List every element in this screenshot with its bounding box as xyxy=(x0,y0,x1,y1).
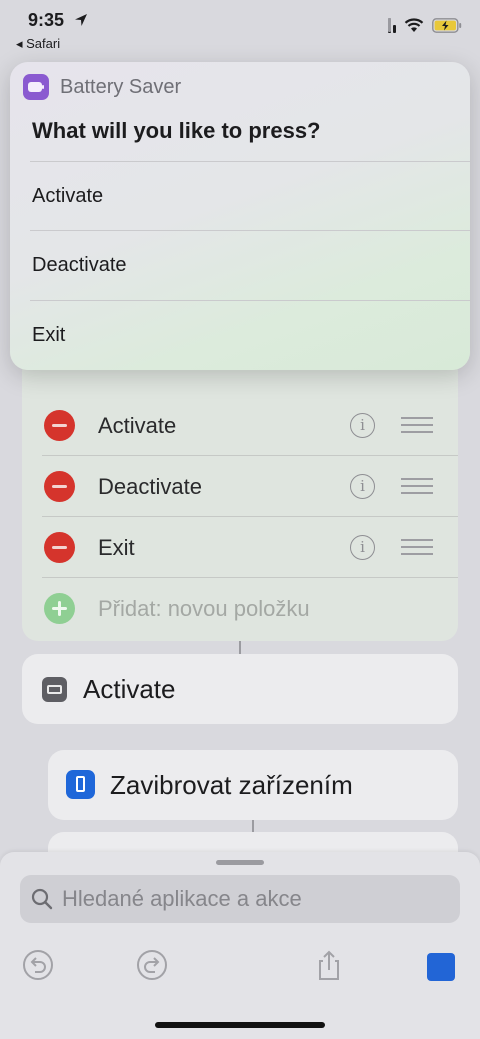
connector-line xyxy=(239,641,241,654)
popup-app-name: Battery Saver xyxy=(60,76,182,98)
battery-app-icon xyxy=(23,74,49,100)
option-exit[interactable]: Exit xyxy=(10,300,470,369)
undo-icon[interactable] xyxy=(22,949,54,981)
vibrate-icon xyxy=(66,770,95,799)
remove-item-button[interactable] xyxy=(44,410,75,441)
option-label: Activate xyxy=(32,185,104,207)
search-icon xyxy=(31,888,53,910)
status-time: 9:35 xyxy=(28,10,65,30)
connector-line xyxy=(252,820,254,832)
list-item[interactable]: Exit i xyxy=(22,517,458,578)
status-bar: 9:35 ◂ Safari xyxy=(0,0,480,56)
sheet-grabber[interactable] xyxy=(216,860,264,865)
status-icons xyxy=(388,18,462,33)
action-card-vibrate[interactable]: Zavibrovat zařízením xyxy=(48,750,458,820)
list-item-label[interactable]: Exit xyxy=(98,535,135,561)
add-item-row[interactable]: Přidat: novou položku xyxy=(22,578,458,639)
add-item-button[interactable] xyxy=(44,593,75,624)
list-item-label[interactable]: Deactivate xyxy=(98,474,202,500)
add-item-placeholder[interactable]: Přidat: novou položku xyxy=(98,596,310,622)
divider xyxy=(30,230,470,231)
search-bar[interactable] xyxy=(20,875,460,923)
home-indicator[interactable] xyxy=(155,1022,325,1028)
action-label: Zavibrovat zařízením xyxy=(110,770,353,800)
option-activate[interactable]: Activate xyxy=(10,161,470,230)
cellular-signal-icon xyxy=(388,18,396,33)
option-label: Deactivate xyxy=(32,254,127,276)
stop-icon[interactable] xyxy=(427,953,455,981)
list-item[interactable]: Activate i xyxy=(22,395,458,456)
menu-items-card: Activate i Deactivate i Exit i Přidat: n… xyxy=(22,345,458,641)
remove-item-button[interactable] xyxy=(44,532,75,563)
list-item[interactable]: Deactivate i xyxy=(22,456,458,517)
list-item-label[interactable]: Activate xyxy=(98,413,176,439)
redo-icon[interactable] xyxy=(136,949,168,981)
back-to-app-link[interactable]: ◂ Safari xyxy=(16,36,60,52)
info-icon[interactable]: i xyxy=(350,535,375,560)
divider xyxy=(30,161,470,162)
share-icon[interactable] xyxy=(313,949,345,981)
option-deactivate[interactable]: Deactivate xyxy=(10,230,470,299)
remove-item-button[interactable] xyxy=(44,471,75,502)
popup-prompt: What will you like to press? xyxy=(32,118,321,143)
divider xyxy=(30,300,470,301)
battery-charging-icon xyxy=(432,18,462,33)
wifi-icon xyxy=(404,18,424,32)
drag-handle-icon[interactable] xyxy=(401,539,433,557)
drag-handle-icon[interactable] xyxy=(401,417,433,435)
action-label: Activate xyxy=(83,674,176,704)
action-icon xyxy=(42,677,67,702)
location-arrow-icon xyxy=(75,14,87,26)
drag-handle-icon[interactable] xyxy=(401,478,433,496)
action-card-activate[interactable]: Activate xyxy=(22,654,458,724)
actions-bottom-sheet xyxy=(0,852,480,1039)
back-app-label: Safari xyxy=(26,36,61,51)
info-icon[interactable]: i xyxy=(350,474,375,499)
info-icon[interactable]: i xyxy=(350,413,375,438)
option-label: Exit xyxy=(32,324,66,346)
menu-popup: Battery Saver What will you like to pres… xyxy=(10,62,470,370)
search-input[interactable] xyxy=(62,875,442,923)
